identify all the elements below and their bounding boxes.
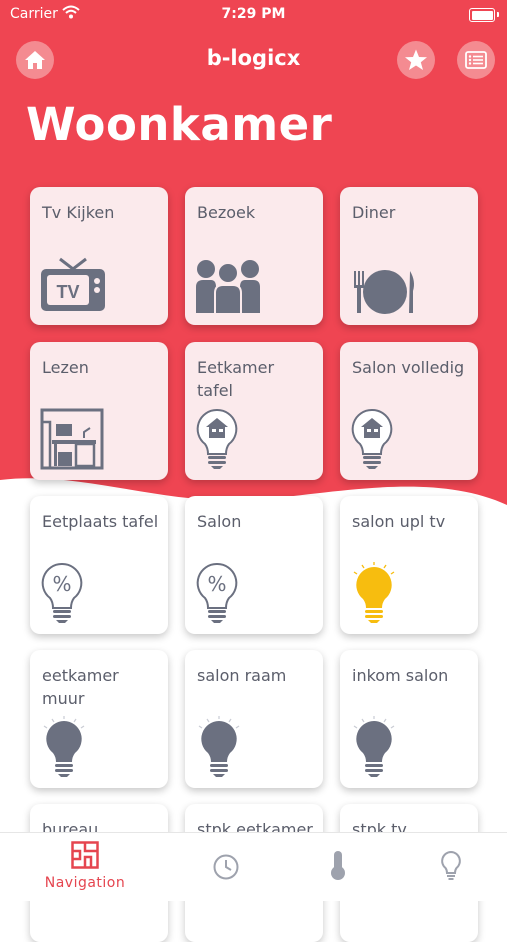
battery-icon — [469, 8, 495, 22]
tile-label: Salon — [197, 512, 242, 531]
light-tile[interactable]: salon upl tv — [340, 496, 478, 634]
bulb-off-icon — [353, 716, 395, 777]
scene-tile[interactable]: Bezoek — [185, 187, 323, 325]
tile-label: salon raam — [197, 666, 287, 685]
svg-text:%: % — [207, 572, 226, 596]
navigation-icon — [71, 841, 99, 869]
tab-navigation[interactable]: Navigation — [35, 841, 135, 896]
dimmer-bulb-icon: % — [41, 562, 83, 623]
svg-text:TV: TV — [56, 282, 79, 302]
svg-text:%: % — [52, 572, 71, 596]
scene-tile[interactable]: Diner — [340, 187, 478, 325]
people-icon — [196, 260, 260, 315]
tile-label: Tv Kijken — [42, 203, 115, 222]
tile-label: salon upl tv — [352, 512, 446, 531]
tile-label: inkom salon — [352, 666, 449, 685]
tile-label: Diner — [352, 203, 396, 222]
tile-label: eetkamer muur — [42, 666, 119, 708]
house-bulb-icon — [351, 408, 393, 469]
tv-icon: TV — [41, 257, 105, 311]
list-menu-button[interactable] — [457, 41, 495, 79]
tile-label: Salon volledig — [352, 358, 465, 377]
plate-icon — [354, 270, 414, 314]
tile-label: Lezen — [42, 358, 89, 377]
list-icon — [465, 51, 487, 69]
scene-tile[interactable]: Tv Kijken TV — [30, 187, 168, 325]
clock-time: 7:29 PM — [221, 6, 286, 22]
star-icon — [405, 49, 427, 70]
clock-icon — [213, 854, 239, 880]
bulb-off-icon — [43, 716, 85, 777]
thermometer-icon — [331, 851, 345, 880]
light-tile[interactable]: eetkamer muur — [30, 650, 168, 788]
light-tile[interactable]: salon raam — [185, 650, 323, 788]
tab-label: Navigation — [44, 875, 126, 891]
bulb-off-icon — [198, 716, 240, 777]
scene-tile[interactable]: Lezen — [30, 342, 168, 480]
light-tile[interactable]: inkom salon — [340, 650, 478, 788]
desk-icon — [40, 408, 104, 470]
light-tile[interactable]: Eetplaats tafel % — [30, 496, 168, 634]
bulb-on-icon — [353, 562, 395, 623]
status-bar: Carrier 7:29 PM — [0, 0, 507, 28]
tab-climate[interactable] — [288, 841, 388, 896]
page-title: Woonkamer — [26, 98, 333, 151]
tab-bar: Navigation — [0, 832, 507, 901]
house-bulb-icon — [196, 408, 238, 469]
tab-lights[interactable] — [401, 841, 501, 896]
tile-label: Eetplaats tafel — [42, 512, 159, 531]
bulb-icon — [441, 850, 461, 880]
dimmer-bulb-icon: % — [196, 562, 238, 623]
tile-label: Bezoek — [197, 203, 256, 222]
favorites-button[interactable] — [397, 41, 435, 79]
scene-tile[interactable]: Salon volledig — [340, 342, 478, 480]
tab-timers[interactable] — [176, 841, 276, 896]
scene-tile[interactable]: Eetkamer tafel — [185, 342, 323, 480]
light-tile[interactable]: Salon % — [185, 496, 323, 634]
tile-label: Eetkamer tafel — [197, 358, 275, 400]
